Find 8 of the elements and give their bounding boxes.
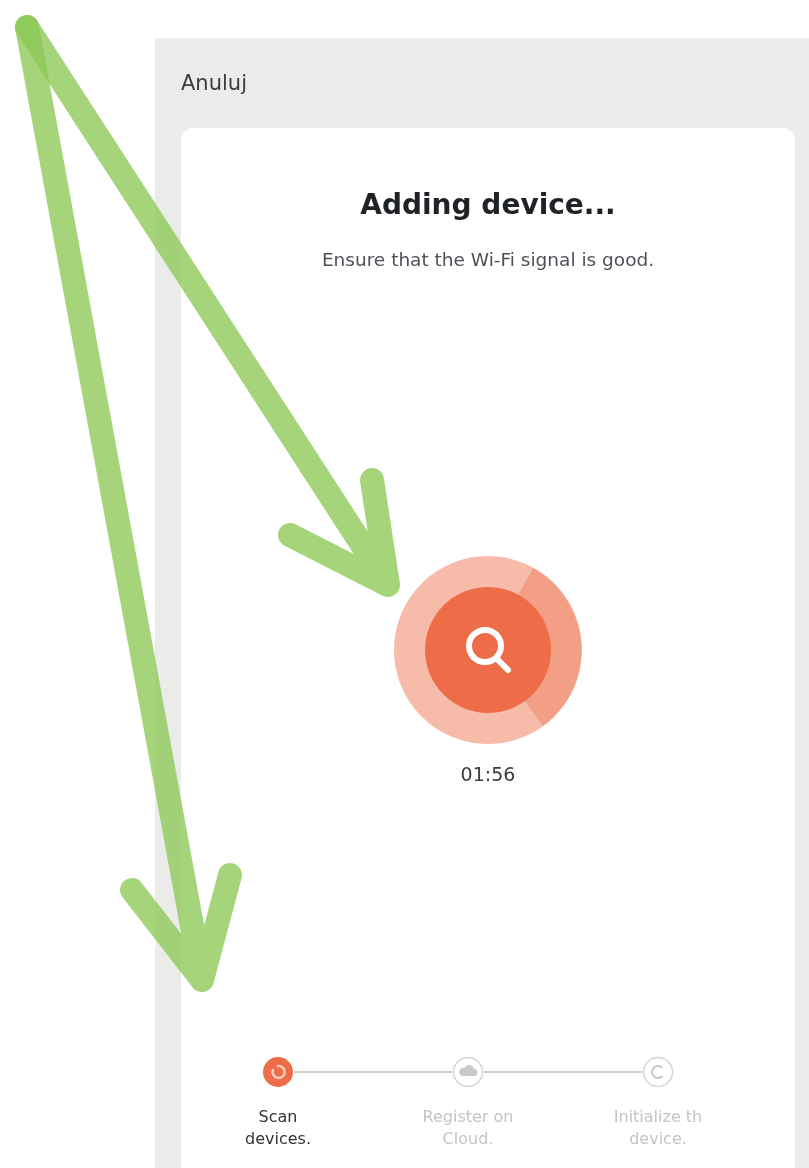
timer: 01:56 [460, 763, 516, 785]
title: Adding device... [360, 188, 616, 221]
subtitle: Ensure that the Wi-Fi signal is good. [321, 249, 655, 270]
step-label: Scan devices. [245, 1106, 311, 1150]
step-label: Initialize th device. [613, 1106, 703, 1150]
step-label: Register on Cloud. [422, 1106, 514, 1150]
search-icon [393, 555, 583, 745]
cancel-button[interactable]: Anuluj [181, 71, 247, 95]
